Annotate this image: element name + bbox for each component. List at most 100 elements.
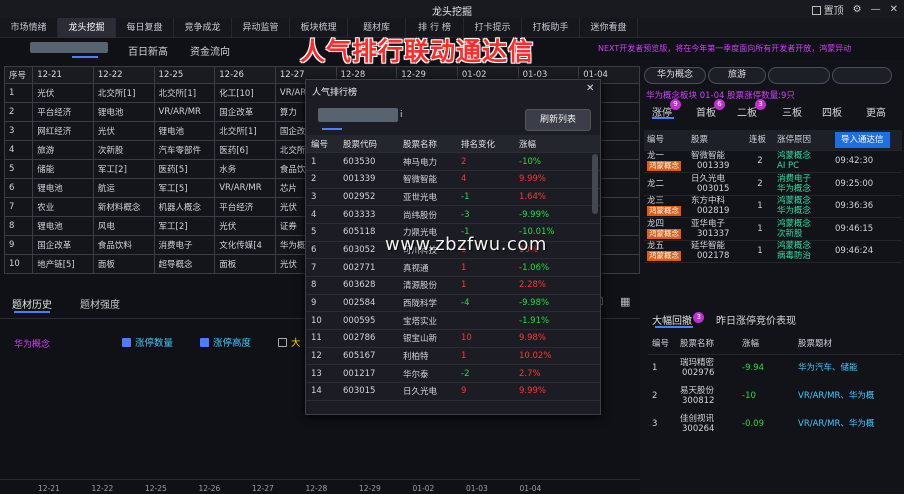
theme-cell[interactable]: 医药[6] (214, 140, 276, 160)
theme-cell[interactable]: 面板 (92, 254, 155, 274)
ranking-row[interactable]: 13 001217 华尔泰 -2 2.7% (306, 364, 600, 384)
theme-cell[interactable]: 军工[5] (153, 178, 216, 198)
theme-cell[interactable]: 食品饮料 (92, 235, 155, 255)
ranking-row[interactable]: 4 603333 尚纬股份 -3 -9.99% (306, 205, 600, 224)
theme-cell[interactable]: 面板 (214, 254, 276, 274)
theme-cell[interactable]: 光伏 (92, 121, 155, 141)
theme-cell[interactable]: 北交所[1] (153, 83, 216, 103)
theme-cell[interactable]: 北交所[1] (92, 83, 155, 103)
pill-huawei[interactable]: 华为概念 (644, 67, 706, 84)
theme-cell[interactable]: 军工[2] (92, 159, 155, 179)
board-tab-2[interactable]: 二板3 (737, 99, 766, 119)
board-tab-3[interactable]: 三板 (782, 104, 802, 119)
theme-cell[interactable]: 文化传媒[4 (214, 235, 276, 255)
limit-time: 09:46:15 (832, 217, 902, 241)
legend-third[interactable]: 大 (278, 335, 301, 349)
popup-scrollbar[interactable] (592, 154, 598, 214)
theme-cell[interactable]: 化工[10] (214, 83, 276, 103)
theme-cell[interactable]: 新材料概念 (92, 197, 155, 217)
nav-tab-10[interactable]: 迷你看盘 (580, 18, 638, 38)
ranking-row[interactable]: 3 002952 亚世光电 -1 1.64% (306, 188, 600, 207)
ranking-row[interactable]: 9 002584 西陇科学 -4 -9.98% (306, 294, 600, 313)
pullback-row[interactable]: 3 佳创视讯 300264 -0.09 VR/AR/MR、华为概 (648, 410, 902, 438)
tab-theme-history[interactable]: 题材历史 (12, 296, 52, 311)
calendar-icon[interactable]: ▦ (620, 295, 630, 308)
theme-cell[interactable]: 平台经济 (32, 102, 94, 122)
theme-cell[interactable]: 北交所[1] (214, 121, 276, 141)
nav-tab-0[interactable]: 市场情绪 (0, 18, 58, 38)
rank-number: 6 (306, 241, 338, 260)
board-tab-4[interactable]: 四板 (822, 104, 842, 119)
ranking-row[interactable]: 7 002771 真视通 1 -1.06% (306, 258, 600, 277)
dragon-header-row: 编号 股票 连板 涨停原因 导入通达信 (644, 130, 902, 151)
theme-cell[interactable]: 国企改革 (32, 235, 94, 255)
tab-new-high[interactable]: 百日新高 (128, 43, 168, 58)
import-tdx-button[interactable]: 导入通达信 (835, 131, 890, 148)
rank-number: 9 (306, 294, 338, 313)
settings-icon[interactable]: ⚙ (853, 4, 862, 15)
tab-big-pullback[interactable]: 大幅回撤 3 (652, 312, 705, 327)
theme-cell[interactable]: 次新股 (92, 140, 155, 160)
refresh-list-button[interactable]: 刷新列表 (525, 109, 591, 131)
nav-tab-1[interactable]: 龙头挖掘 (58, 18, 116, 38)
theme-cell[interactable]: 超导概念 (153, 254, 216, 274)
tab-capital-flow[interactable]: 资金流向 (190, 43, 230, 58)
nav-tab-4[interactable]: 异动监管 (232, 18, 290, 38)
ranking-row[interactable]: 1 603530 神马电力 2 -10% (306, 152, 600, 171)
close-window-icon[interactable]: ✕ (890, 4, 898, 15)
theme-cell[interactable]: 锂电池 (153, 121, 216, 141)
pullback-row[interactable]: 2 易天股份 300812 -10 VR/AR/MR、华为概 (648, 382, 902, 410)
dragon-row[interactable]: 龙四 鸿蒙概念 亚华电子 301337 1 鸿蒙概念 次新股 09:46:15 (644, 217, 902, 241)
dragon-row[interactable]: 龙五 鸿蒙概念 延华智能 002178 1 鸿蒙概念 病毒防治 09:46:24 (644, 240, 902, 263)
tab-auction[interactable]: 昨日涨停竞价表现 (716, 312, 796, 327)
board-tab-1[interactable]: 首板6 (696, 99, 725, 119)
pin-checkbox[interactable]: 置顶 (811, 2, 844, 17)
dragon-row[interactable]: 龙三 鸿蒙概念 东方中科 002819 1 鸿蒙概念 华为概念 09:36:36 (644, 195, 902, 218)
theme-cell[interactable]: 医药[5] (153, 159, 216, 179)
nav-tab-3[interactable]: 竞争成龙 (174, 18, 232, 38)
dragon-row[interactable]: 龙一 鸿蒙概念 智微智能 001339 2 鸿蒙概念 AI PC 09:42:30 (644, 150, 902, 173)
board-tab-5[interactable]: 更高 (866, 104, 886, 119)
theme-cell[interactable]: 国企改革 (214, 102, 276, 122)
theme-cell[interactable]: 机器人概念 (153, 197, 216, 217)
theme-cell[interactable]: 军工[2] (153, 216, 216, 236)
theme-cell[interactable]: 储能 (32, 159, 94, 179)
theme-cell[interactable]: 平台经济 (214, 197, 276, 217)
pill-empty-1[interactable] (768, 67, 830, 84)
theme-cell[interactable]: 旅游 (32, 140, 94, 160)
stock-code: 002786 (338, 329, 398, 348)
minimize-icon[interactable]: — (871, 4, 881, 15)
theme-cell[interactable]: 光伏 (214, 216, 276, 236)
pullback-row[interactable]: 1 瑞玛精密 002976 -9.94 华为汽车、储能 (648, 354, 902, 382)
ranking-row[interactable]: 8 603628 清源股份 1 2.28% (306, 276, 600, 295)
ranking-row[interactable]: 14 603015 日久光电 9 9.99% (306, 382, 600, 401)
nav-tab-2[interactable]: 每日复盘 (116, 18, 174, 38)
popup-close-icon[interactable]: ✕ (586, 83, 594, 94)
theme-cell[interactable]: 农业 (32, 197, 94, 217)
tab-theme-strength[interactable]: 题材强度 (80, 296, 120, 311)
ranking-row[interactable]: 11 002786 银宝山新 10 9.98% (306, 329, 600, 348)
theme-cell[interactable]: 航运 (92, 178, 155, 198)
dragon-row[interactable]: 龙二 日久光电 003015 2 消费电子 华为概念 09:25:00 (644, 172, 902, 196)
checkbox-box[interactable] (811, 6, 821, 15)
legend-count[interactable]: 涨停数量 (122, 335, 173, 349)
legend-height[interactable]: 涨停高度 (200, 335, 251, 349)
theme-cell[interactable]: VR/AR/MR (214, 178, 276, 198)
theme-cell[interactable]: 消费电子 (153, 235, 216, 255)
stock-code: 002771 (338, 258, 398, 277)
theme-cell[interactable]: 锂电池 (32, 216, 94, 236)
ranking-row[interactable]: 12 605167 利柏特 1 10.02% (306, 347, 600, 366)
theme-cell[interactable]: 光伏 (32, 83, 94, 103)
pill-tourism[interactable]: 旅游 (708, 67, 766, 84)
theme-cell[interactable]: 锂电池 (32, 178, 94, 198)
theme-cell[interactable]: 水务 (214, 159, 276, 179)
theme-cell[interactable]: VR/AR/MR (153, 102, 216, 122)
theme-cell[interactable]: 风电 (92, 216, 155, 236)
pill-empty-2[interactable] (832, 67, 892, 84)
ranking-row[interactable]: 2 001339 智微智能 4 9.99% (306, 170, 600, 189)
ranking-row[interactable]: 10 000595 宝塔实业 -1.91% (306, 311, 600, 331)
theme-cell[interactable]: 汽车零部件 (153, 140, 216, 160)
theme-cell[interactable]: 锂电池 (92, 102, 155, 122)
theme-cell[interactable]: 地产链[5] (32, 254, 94, 274)
theme-cell[interactable]: 网红经济 (32, 121, 94, 141)
